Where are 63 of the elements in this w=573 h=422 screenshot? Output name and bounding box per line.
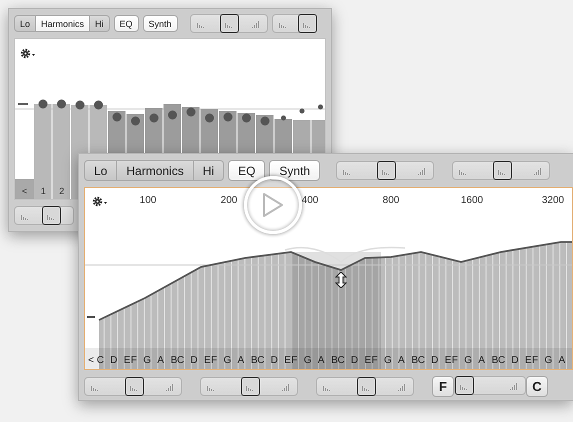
note-label: G	[384, 354, 392, 366]
note-label: G	[544, 354, 552, 366]
note-label: C	[418, 354, 425, 366]
note-label: A	[237, 354, 244, 366]
note-label: C	[337, 354, 345, 366]
tab[interactable]: Harmonics	[36, 15, 90, 32]
note-label: B	[250, 354, 258, 366]
frequency-tick: 800	[382, 195, 400, 206]
tab[interactable]: Hi	[194, 160, 224, 181]
key-button[interactable]: C	[526, 376, 548, 397]
axis-label: 2	[59, 186, 64, 196]
tab[interactable]: Lo	[14, 15, 36, 32]
frequency-tick: 400	[302, 195, 318, 206]
tab[interactable]: EQ	[228, 160, 266, 181]
note-label: E	[364, 354, 372, 366]
note-label: E	[124, 354, 130, 366]
note-label: G	[304, 354, 312, 366]
frequency-tick: 3200	[542, 195, 564, 206]
note-label: D	[190, 354, 198, 366]
note-label: F	[371, 354, 378, 366]
note-label: B	[170, 354, 178, 366]
note-label: E	[284, 354, 291, 366]
note-label: A	[318, 354, 324, 366]
frequency-tick: 100	[140, 195, 156, 206]
note-label: G	[143, 354, 152, 366]
note-label: C	[257, 354, 264, 366]
note-label: E	[525, 354, 532, 366]
note-label: D	[270, 354, 278, 366]
note-label: A	[478, 354, 485, 366]
note-label: F	[532, 354, 538, 366]
axis-label: 1	[40, 186, 46, 196]
note-label: E	[444, 354, 452, 366]
note-label: C	[96, 354, 104, 366]
note-label: F	[130, 354, 137, 366]
note-label: D	[431, 354, 438, 366]
note-label: F	[291, 354, 298, 366]
note-label: C	[176, 354, 184, 366]
tab[interactable]: Lo	[84, 160, 118, 181]
tab[interactable]: Synth	[269, 160, 320, 181]
note-label: G	[224, 354, 232, 366]
note-label: B	[331, 354, 338, 366]
note-label: D	[110, 354, 118, 366]
tab[interactable]: EQ	[114, 15, 139, 32]
note-label: F	[210, 354, 218, 366]
frequency-tick: 1600	[460, 195, 484, 206]
tab[interactable]: Synth	[142, 15, 178, 32]
note-label: A	[558, 354, 566, 366]
frequency-tick: 200	[220, 195, 238, 206]
tab[interactable]: Harmonics	[117, 160, 194, 181]
note-label: D	[511, 354, 519, 366]
note-label: D	[350, 354, 358, 366]
note-label: B	[411, 354, 418, 366]
axis-label: <	[22, 186, 28, 196]
note-label: <	[88, 354, 94, 366]
tab[interactable]: Hi	[90, 15, 110, 32]
note-label: A	[157, 354, 164, 366]
note-label: A	[398, 354, 405, 366]
note-label: B	[492, 354, 498, 366]
key-button[interactable]: F	[432, 376, 454, 397]
note-label: E	[204, 354, 211, 366]
note-label: G	[464, 354, 472, 366]
note-label: F	[452, 354, 458, 366]
note-label: C	[498, 354, 506, 366]
